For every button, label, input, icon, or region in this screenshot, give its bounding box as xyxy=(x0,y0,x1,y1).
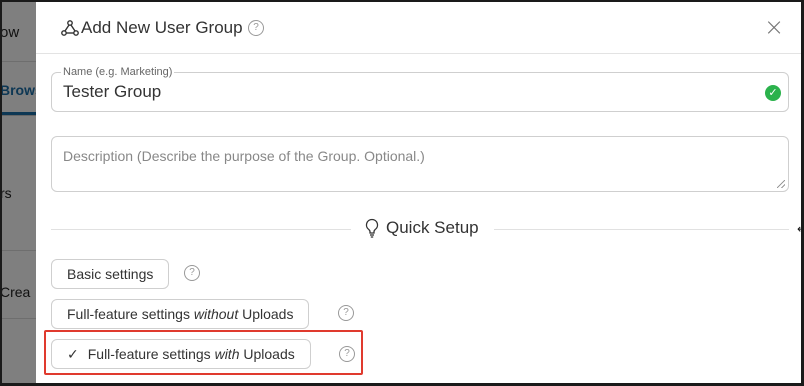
help-icon[interactable]: ? xyxy=(248,20,264,36)
basic-settings-button[interactable]: Basic settings xyxy=(51,259,170,289)
group-name-label: Name (e.g. Marketing) xyxy=(61,65,175,79)
quick-setup-label: Quick Setup xyxy=(386,218,479,237)
resize-handle-icon[interactable] xyxy=(777,180,785,188)
divider xyxy=(51,229,351,230)
description-input[interactable] xyxy=(52,137,788,191)
add-user-group-dialog: Add New User Group ? × Name (e.g. Market… xyxy=(36,2,801,386)
preset-label: Uploads xyxy=(238,306,294,322)
close-button[interactable]: × xyxy=(762,15,786,40)
group-name-field[interactable]: Name (e.g. Marketing) ✓ xyxy=(51,65,789,112)
preset-label: Full-feature settings xyxy=(67,306,194,322)
preset-label: Basic settings xyxy=(67,266,154,282)
help-icon[interactable]: ? xyxy=(184,265,200,281)
lightbulb-icon xyxy=(365,218,379,238)
mouse-cursor-icon: ↔ xyxy=(797,222,804,236)
preset-label-emphasis: without xyxy=(193,306,239,322)
highlight-annotation xyxy=(44,330,363,375)
group-name-input[interactable] xyxy=(63,82,743,102)
user-group-icon xyxy=(61,20,79,36)
help-icon[interactable]: ? xyxy=(338,305,354,321)
divider xyxy=(494,229,789,230)
dialog-header: Add New User Group ? × xyxy=(36,2,801,54)
quick-setup-heading: Quick Setup xyxy=(364,218,479,238)
dialog-title: Add New User Group xyxy=(81,18,243,37)
description-field[interactable] xyxy=(51,136,789,192)
full-feature-without-uploads-button[interactable]: Full-feature settings without Uploads xyxy=(51,299,310,329)
check-circle-icon: ✓ xyxy=(765,85,781,101)
